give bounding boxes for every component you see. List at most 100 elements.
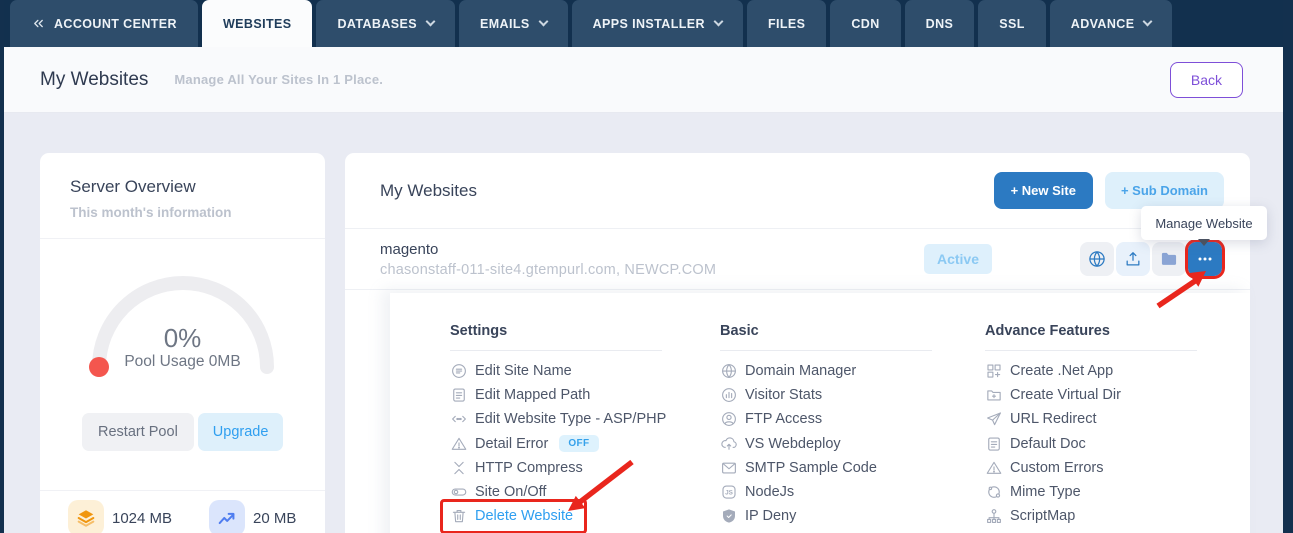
menu-item-default-doc[interactable]: Default Doc — [985, 432, 1086, 456]
tab-label: APPS INSTALLER — [592, 16, 705, 31]
tab-emails[interactable]: EMAILS — [458, 0, 568, 47]
divider — [985, 350, 1197, 351]
menu-item-label: Edit Website Type - ASP/PHP — [475, 411, 667, 428]
menu-item-ftp-access[interactable]: FTP Access — [720, 407, 822, 431]
chevron-down-icon — [425, 16, 436, 27]
menu-item-smtp-sample-code[interactable]: SMTP Sample Code — [720, 456, 877, 480]
menu-item-label: Edit Site Name — [475, 363, 572, 380]
menu-item-label: Create .Net App — [1010, 363, 1114, 380]
tab-label: WEBSITES — [222, 16, 292, 31]
menu-column-advance-features: Advance Features Create .Net App Create Vi… — [985, 293, 1203, 528]
menu-item-create-virtual-dir[interactable]: Create Virtual Dir — [985, 383, 1121, 407]
server-overview-header: Server Overview This month's information — [40, 153, 325, 239]
new-site-button[interactable]: + New Site — [993, 172, 1093, 209]
globe-icon — [720, 362, 738, 380]
menu-item-cut-off[interactable] — [720, 528, 745, 533]
pool-buttons: Restart Pool Upgrade — [82, 413, 284, 451]
menu-item-detail-error[interactable]: Detail Error OFF — [450, 432, 599, 456]
status-badge: Active — [923, 244, 992, 274]
menu-item-label: FTP Access — [745, 411, 823, 428]
pool-usage-percent: 0% — [163, 323, 202, 353]
folder-plus-icon — [985, 386, 1003, 404]
ellipsis-icon — [1195, 249, 1215, 269]
menu-item-edit-site-name[interactable]: Edit Site Name — [450, 359, 572, 383]
menu-item-label: ScriptMap — [1010, 508, 1076, 525]
metric-value: 20 MB — [253, 509, 297, 527]
menu-item-scriptmap[interactable]: ScriptMap — [985, 504, 1075, 528]
menu-item-custom-errors[interactable]: Custom Errors — [985, 456, 1103, 480]
mime-icon — [985, 483, 1003, 501]
menu-item-visitor-stats[interactable]: Visitor Stats — [720, 383, 822, 407]
pool-usage-gauge: 0% Pool Usage 0MB — [68, 267, 298, 382]
back-button[interactable]: Back — [1169, 61, 1243, 98]
ellipsis-action-button[interactable] — [1185, 239, 1225, 279]
menu-item-label: Default Doc — [1010, 435, 1086, 452]
tab-advance[interactable]: ADVANCE — [1049, 0, 1173, 47]
tab-label: ADVANCE — [1070, 16, 1135, 31]
folder-icon — [1159, 249, 1179, 269]
menu-column-settings: Settings Edit Site Name Edit Mapped Path Ed… — [439, 293, 668, 533]
upgrade-button[interactable]: Upgrade — [197, 413, 284, 451]
manage-website-tooltip: Manage Website — [1141, 206, 1267, 240]
menu-item-label: Custom Errors — [1010, 459, 1104, 476]
tab-websites[interactable]: WEBSITES — [201, 0, 313, 47]
tab-files[interactable]: FILES — [746, 0, 827, 47]
menu-item-label: Edit Mapped Path — [475, 387, 591, 404]
tab-label: DATABASES — [337, 16, 417, 31]
server-metrics: 1024 MB 20 MB — [68, 500, 296, 533]
server-overview-subtitle: This month's information — [70, 205, 232, 220]
tab-dns[interactable]: DNS — [904, 0, 975, 47]
divider — [40, 490, 325, 491]
publish-action-button[interactable] — [1116, 242, 1150, 276]
menu-item-vs-webdeploy[interactable]: VS Webdeploy — [720, 432, 841, 456]
top-navigation: ACCOUNT CENTER WEBSITES DATABASES EMAILS APP… — [0, 0, 1293, 47]
sub-domain-button[interactable]: + Sub Domain — [1104, 172, 1224, 209]
folder-action-button[interactable] — [1152, 242, 1186, 276]
left-edge-strip — [0, 0, 4, 533]
menu-item-site-on-off[interactable]: Site On/Off — [450, 480, 546, 504]
tab-label: DNS — [925, 16, 954, 31]
restart-pool-button[interactable]: Restart Pool — [82, 413, 194, 451]
server-overview-title: Server Overview — [70, 177, 196, 196]
menu-column-title: Advance Features — [985, 323, 1110, 339]
menu-item-nodejs[interactable]: JS NodeJs — [720, 480, 794, 504]
menu-item-delete-website[interactable]: Delete Website — [439, 499, 588, 533]
menu-column-title: Basic — [720, 323, 759, 339]
menu-item-create-net-app[interactable]: Create .Net App — [985, 359, 1113, 383]
menu-item-edit-website-type-asp-php[interactable]: Edit Website Type - ASP/PHP — [450, 407, 666, 431]
tab-databases[interactable]: DATABASES — [316, 0, 455, 47]
menu-column-basic: Basic Domain Manager Visitor Stats FTP Acce… — [720, 293, 938, 533]
menu-item-ip-deny[interactable]: IP Deny — [720, 504, 796, 528]
cloud-up-icon — [720, 435, 738, 453]
tab-account-center[interactable]: ACCOUNT CENTER — [10, 0, 198, 47]
divider — [720, 350, 932, 351]
nav-tabs: ACCOUNT CENTER WEBSITES DATABASES EMAILS APP… — [10, 0, 1176, 47]
menu-item-domain-manager[interactable]: Domain Manager — [720, 359, 856, 383]
grid-plus-icon — [985, 362, 1003, 380]
menu-item-edit-mapped-path[interactable]: Edit Mapped Path — [450, 383, 590, 407]
toggle-icon — [450, 483, 468, 501]
page-title: My Websites — [40, 68, 149, 90]
menu-item-mime-type[interactable]: Mime Type — [985, 480, 1081, 504]
server-overview-card: Server Overview This month's information… — [40, 153, 325, 533]
site-name: magento — [380, 240, 439, 258]
menu-item-label: IP Deny — [745, 508, 797, 525]
metric-20-mb: 20 MB — [209, 500, 296, 533]
tab-apps-installer[interactable]: APPS INSTALLER — [571, 0, 743, 47]
tab-label: FILES — [767, 16, 806, 31]
publish-icon — [1123, 249, 1143, 269]
chevron-down-icon — [713, 16, 724, 27]
layers-icon — [68, 500, 104, 533]
tab-ssl[interactable]: SSL — [978, 0, 1046, 47]
my-websites-card: My Websites + New Site + Sub Domain mage… — [345, 153, 1250, 533]
my-websites-title: My Websites — [380, 180, 477, 200]
menu-item-http-compress[interactable]: HTTP Compress — [450, 456, 583, 480]
stats-circle-icon — [720, 386, 738, 404]
file-text-icon — [450, 386, 468, 404]
menu-item-url-redirect[interactable]: URL Redirect — [985, 407, 1097, 431]
globe-action-button[interactable] — [1080, 242, 1114, 276]
menu-item-label: NodeJs — [745, 484, 795, 501]
site-action-buttons — [1078, 239, 1225, 279]
tab-cdn[interactable]: CDN — [830, 0, 901, 47]
menu-item-label: URL Redirect — [1010, 411, 1097, 428]
